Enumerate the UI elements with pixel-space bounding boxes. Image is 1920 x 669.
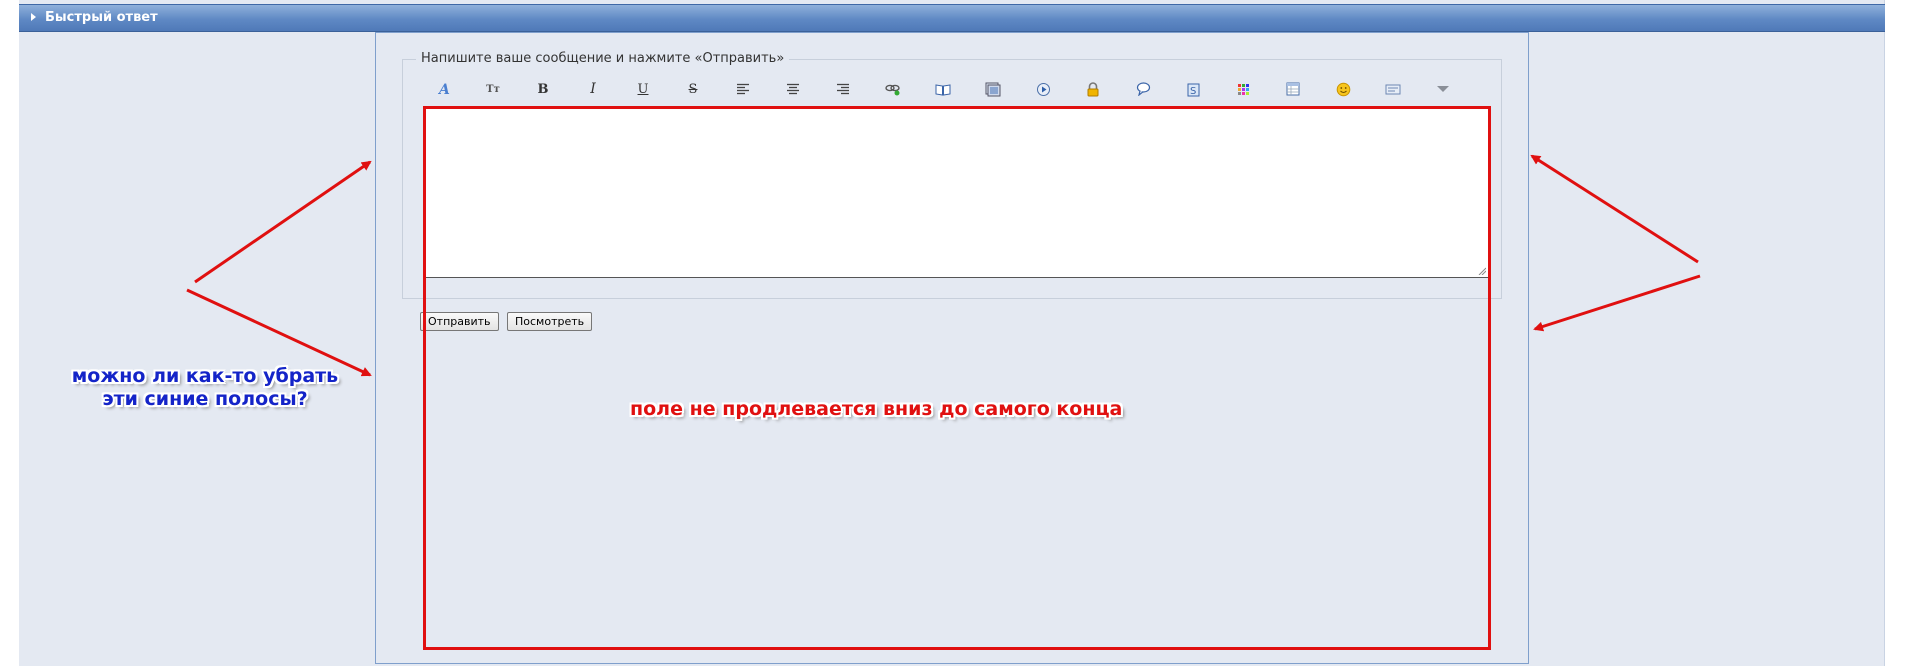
- spoiler-icon[interactable]: [1382, 78, 1404, 100]
- fieldset-legend: Напишите ваше сообщение и нажмите «Отпра…: [416, 51, 790, 66]
- strike-label: S: [688, 81, 698, 97]
- underline-label: U: [637, 81, 649, 97]
- collapse-arrow-icon[interactable]: [31, 13, 36, 21]
- strikethrough-icon[interactable]: S: [682, 78, 704, 100]
- message-textarea-wrapper: [423, 106, 1489, 278]
- font-size-icon[interactable]: Tт: [482, 78, 504, 100]
- preview-button[interactable]: Посмотреть: [507, 312, 593, 331]
- quote-icon[interactable]: [1132, 78, 1154, 100]
- align-center-icon[interactable]: [782, 78, 804, 100]
- message-textarea[interactable]: [425, 108, 1488, 277]
- video-icon[interactable]: [1032, 78, 1054, 100]
- book-icon[interactable]: [932, 78, 954, 100]
- bold-label: B: [537, 81, 549, 97]
- panel-title: Быстрый ответ: [45, 10, 158, 25]
- bold-icon[interactable]: B: [532, 78, 554, 100]
- image-icon[interactable]: [982, 78, 1004, 100]
- code-icon[interactable]: S: [1182, 78, 1204, 100]
- font-size-label: Tт: [486, 83, 500, 95]
- annotation-blue-question: можно ли как-то убрать эти синие полосы?: [71, 365, 339, 410]
- screenshot: Быстрый ответ Напишите ваше сообщение и …: [0, 0, 1920, 669]
- submit-button[interactable]: Отправить: [420, 312, 499, 331]
- italic-icon[interactable]: I: [582, 78, 604, 100]
- align-right-icon[interactable]: [832, 78, 854, 100]
- underline-icon[interactable]: U: [632, 78, 654, 100]
- color-palette-icon[interactable]: [1232, 78, 1254, 100]
- panel-titlebar[interactable]: Быстрый ответ: [19, 4, 1885, 32]
- editor-toolbar: A Tт B I U S S: [420, 78, 1480, 104]
- svg-text:S: S: [1190, 86, 1196, 97]
- table-icon[interactable]: [1282, 78, 1304, 100]
- annotation-red-note: поле не продлевается вниз до самого конц…: [630, 398, 1123, 420]
- italic-label: I: [590, 81, 596, 97]
- smiley-icon[interactable]: [1332, 78, 1354, 100]
- lock-icon[interactable]: [1082, 78, 1104, 100]
- font-icon[interactable]: A: [434, 78, 456, 100]
- link-icon[interactable]: [882, 78, 904, 100]
- resize-grip-icon[interactable]: [1478, 267, 1486, 275]
- more-dropdown-icon[interactable]: [1432, 78, 1454, 100]
- align-left-icon[interactable]: [732, 78, 754, 100]
- svg-text:A: A: [437, 82, 450, 97]
